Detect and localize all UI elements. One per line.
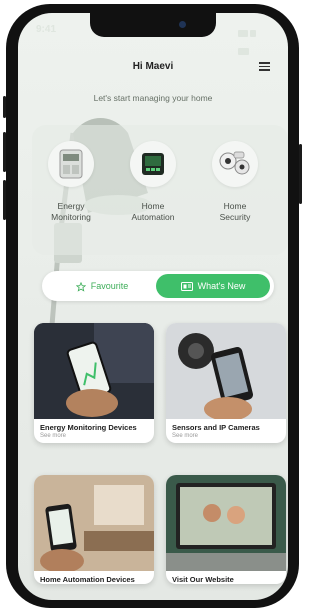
security-camera-icon bbox=[212, 141, 258, 187]
phone-frame: 9:41 Hi Maevi Let's start managing your … bbox=[3, 4, 302, 608]
card-title: Sensors and IP Cameras bbox=[172, 423, 260, 432]
app-screen: 9:41 Hi Maevi Let's start managing your … bbox=[18, 13, 288, 600]
see-more-link[interactable]: See more bbox=[34, 432, 154, 443]
category-label: Energy Monitoring bbox=[51, 201, 91, 222]
smart-switch-icon bbox=[130, 141, 176, 187]
category-label: Home Automation bbox=[131, 201, 175, 222]
star-icon bbox=[75, 281, 86, 292]
segmented-control: Favourite What's New bbox=[42, 271, 274, 301]
notch bbox=[90, 13, 216, 37]
status-icons bbox=[238, 24, 270, 55]
card-image-camera-app bbox=[166, 323, 286, 419]
status-time: 9:41 bbox=[36, 24, 57, 35]
card-image-phone-energy-app bbox=[34, 323, 154, 419]
tab-whats-new[interactable]: What's New bbox=[156, 274, 270, 298]
energy-meter-icon bbox=[48, 141, 94, 187]
category-home-automation[interactable]: Home Automation bbox=[122, 141, 184, 223]
category-home-security[interactable]: Home Security bbox=[204, 141, 266, 223]
tab-favourite[interactable]: Favourite bbox=[52, 271, 152, 301]
card-energy-monitoring[interactable]: Energy Monitoring Devices See more bbox=[34, 323, 154, 443]
card-image-living-room bbox=[34, 475, 154, 571]
tab-label: What's New bbox=[197, 281, 246, 291]
card-title: Visit Our Website bbox=[172, 575, 234, 584]
hamburger-menu-icon[interactable] bbox=[259, 62, 270, 71]
front-camera bbox=[179, 21, 186, 28]
card-title: Energy Monitoring Devices bbox=[40, 423, 137, 432]
greeting-title: Hi Maevi bbox=[132, 61, 174, 72]
news-icon bbox=[180, 282, 193, 292]
category-label: Home Security bbox=[219, 201, 251, 222]
header-subtitle: Let's start managing your home bbox=[93, 93, 213, 103]
tab-label: Favourite bbox=[90, 281, 129, 291]
card-home-automation-devices[interactable]: Home Automation Devices bbox=[34, 475, 154, 584]
see-more-link[interactable]: See more bbox=[166, 432, 286, 443]
card-image-laptop-video-call bbox=[166, 475, 286, 571]
card-title: Home Automation Devices bbox=[40, 575, 135, 584]
category-energy-monitoring[interactable]: Energy Monitoring bbox=[40, 141, 102, 223]
card-sensors-ip-cameras[interactable]: Sensors and IP Cameras See more bbox=[166, 323, 286, 443]
card-visit-website[interactable]: Visit Our Website bbox=[166, 475, 286, 584]
